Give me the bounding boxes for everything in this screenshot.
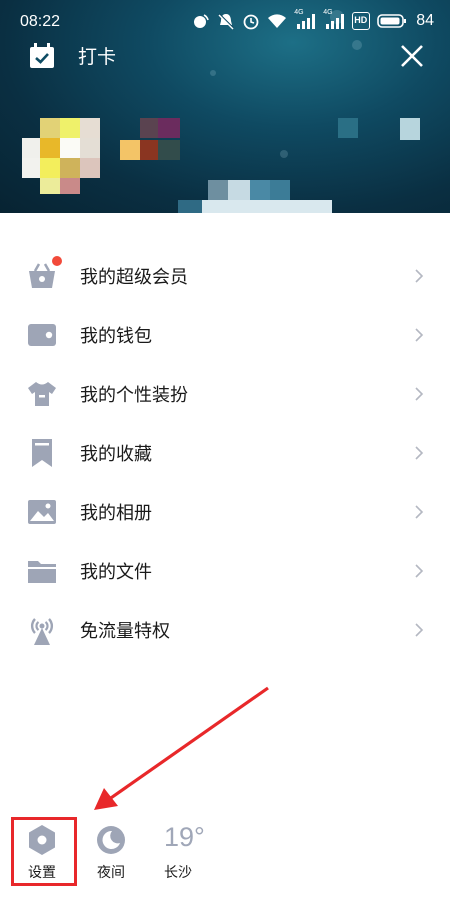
menu-item-super-vip[interactable]: 我的超级会员	[0, 246, 450, 305]
weather-temperature[interactable]: 19°	[164, 822, 205, 853]
checkin-label[interactable]: 打卡	[78, 42, 116, 69]
wifi-icon	[268, 14, 287, 28]
menu-item-label: 免流量特权	[80, 621, 170, 642]
profile-header: 08:22 4G 4G HD 84 打卡	[0, 0, 450, 213]
alarm-icon	[243, 14, 259, 30]
chevron-right-icon	[415, 623, 424, 637]
top-bar: 打卡	[0, 36, 450, 76]
weather-city[interactable]: 长沙	[164, 862, 192, 882]
menu-item-label: 我的个性装扮	[80, 385, 188, 406]
night-mode-button[interactable]: 夜间	[86, 820, 136, 882]
chevron-right-icon	[415, 505, 424, 519]
wallet-icon	[28, 324, 56, 346]
night-mode-label: 夜间	[97, 865, 125, 881]
annotation-highlight-box	[11, 817, 77, 886]
close-icon[interactable]	[398, 42, 426, 70]
antenna-icon	[30, 618, 54, 645]
avatar[interactable]	[22, 118, 102, 198]
photo-icon	[28, 500, 56, 524]
bookmark-icon	[32, 439, 52, 467]
menu-item-album[interactable]: 我的相册	[0, 482, 450, 541]
chevron-right-icon	[415, 269, 424, 283]
chevron-right-icon	[415, 387, 424, 401]
menu-item-wallet[interactable]: 我的钱包	[0, 305, 450, 364]
menu-item-label: 我的相册	[80, 503, 152, 524]
menu-item-free-data[interactable]: 免流量特权	[0, 600, 450, 659]
battery-percent: 84	[416, 12, 434, 29]
status-icons: 4G 4G HD 84	[192, 9, 434, 30]
signal-2-icon: 4G	[323, 9, 345, 30]
moon-icon	[97, 826, 125, 854]
status-time: 08:22	[20, 13, 61, 30]
menu-item-favorites[interactable]: 我的收藏	[0, 423, 450, 482]
menu-item-label: 我的文件	[80, 562, 152, 583]
menu-list: 我的超级会员 我的钱包 我的个性装扮 我的收藏 我的相册 我的文件 免流量特权	[0, 246, 450, 659]
hd-tag: HD	[354, 15, 368, 25]
menu-item-files[interactable]: 我的文件	[0, 541, 450, 600]
menu-item-dressup[interactable]: 我的个性装扮	[0, 364, 450, 423]
chevron-right-icon	[415, 564, 424, 578]
bell-off-icon	[218, 13, 234, 30]
chevron-right-icon	[415, 328, 424, 342]
notification-dot	[52, 256, 62, 266]
battery-icon	[377, 14, 407, 28]
signature-mosaic	[178, 118, 420, 213]
calendar-check-icon[interactable]	[28, 42, 56, 70]
tshirt-icon	[28, 382, 56, 406]
chevron-right-icon	[415, 446, 424, 460]
hd-icon: HD	[352, 12, 371, 30]
menu-item-label: 我的超级会员	[80, 267, 188, 288]
menu-item-label: 我的收藏	[80, 444, 152, 465]
signal-1-icon: 4G	[294, 9, 316, 30]
menu-item-label: 我的钱包	[80, 326, 152, 347]
nfc-icon	[194, 14, 209, 28]
folder-icon	[28, 561, 56, 583]
